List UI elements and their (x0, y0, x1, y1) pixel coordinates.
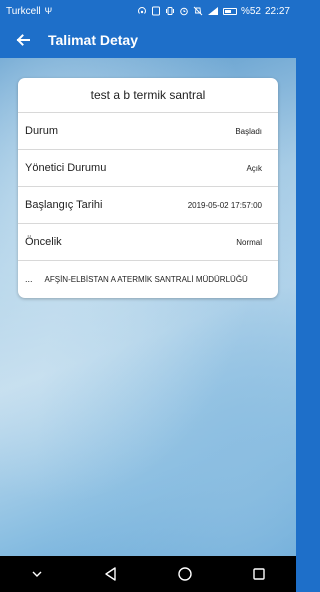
row-label: Öncelik (25, 236, 62, 248)
nav-back-button[interactable] (98, 561, 124, 587)
detail-row-unit: ... AFŞİN-ELBİSTAN A ATERMİK SANTRALİ MÜ… (18, 260, 278, 297)
detail-card: test a b termik santral Durum Başladı Yö… (18, 78, 278, 298)
row-label: Başlangıç Tarihi (25, 199, 103, 211)
clock: 22:27 (264, 5, 290, 17)
circle-home-icon (178, 567, 192, 581)
nav-hide-button[interactable] (24, 561, 50, 587)
battery-icon (222, 7, 237, 15)
row-label: Yönetici Durumu (25, 162, 107, 174)
app-bar: Talimat Detay (0, 22, 296, 58)
back-button[interactable] (12, 29, 34, 51)
usb-icon: Ψ (44, 5, 53, 16)
unit-name: AFŞİN-ELBİSTAN A ATERMİK SANTRALİ MÜDÜRL… (44, 274, 248, 284)
detail-row-baslangic-tarihi: Başlangıç Tarihi 2019-05-02 17:57:00 (18, 186, 278, 223)
row-value: Başladı (235, 126, 262, 136)
nav-recents-button[interactable] (246, 561, 272, 587)
detail-row-durum: Durum Başladı (18, 112, 278, 149)
nfc-icon (151, 6, 160, 16)
more-indicator: ... (25, 274, 33, 284)
battery-percent: %52 (240, 5, 261, 17)
square-recents-icon (253, 568, 265, 580)
row-value: 2019-05-02 17:57:00 (187, 200, 262, 210)
content-area: test a b termik santral Durum Başladı Yö… (0, 58, 296, 556)
row-value: Açık (246, 163, 262, 173)
system-nav-bar (0, 556, 296, 592)
detail-row-oncelik: Öncelik Normal (18, 223, 278, 260)
vibrate-icon (165, 7, 174, 15)
status-right: %52 22:27 (137, 6, 290, 17)
arrow-left-icon (16, 34, 30, 46)
status-bar: Turkcell Ψ %52 22:27 (0, 0, 296, 22)
triangle-back-icon (105, 567, 116, 581)
carrier-label: Turkcell (6, 5, 41, 17)
row-label: Durum (25, 125, 59, 137)
detail-row-yonetici-durumu: Yönetici Durumu Açık (18, 149, 278, 186)
hotspot-icon (137, 7, 146, 14)
card-title: test a b termik santral (90, 88, 206, 102)
status-left: Turkcell Ψ (6, 6, 52, 17)
page-title: Talimat Detay (48, 32, 138, 48)
chevron-down-icon (32, 571, 42, 577)
alarm-icon (180, 7, 188, 16)
nav-home-button[interactable] (172, 561, 198, 587)
mute-icon (193, 6, 203, 16)
signal-icon (207, 7, 218, 15)
row-value: Normal (236, 237, 262, 247)
